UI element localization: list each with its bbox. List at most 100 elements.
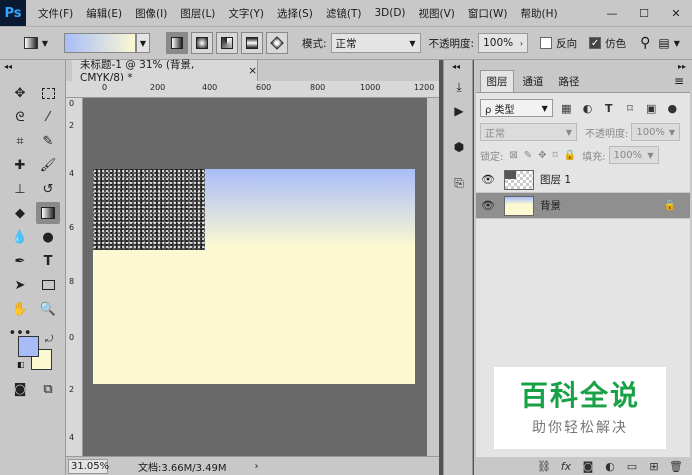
status-arrow-icon[interactable]: ›	[255, 461, 259, 472]
angle-gradient-button[interactable]	[216, 32, 238, 54]
move-tool-icon[interactable]: ✥	[8, 82, 32, 104]
tab-layers[interactable]: 图层	[480, 70, 514, 92]
blend-mode-select[interactable]: 正常 ▼	[480, 123, 577, 141]
zoom-input[interactable]: 31.05%	[68, 458, 109, 474]
shape-filter-icon[interactable]: ⌑	[622, 101, 637, 115]
menu-image[interactable]: 图像(I)	[135, 6, 167, 21]
document-tab[interactable]: 未标题-1 @ 31% (背景, CMYK/8) * ×	[72, 59, 258, 84]
tab-paths[interactable]: 路径	[552, 70, 586, 92]
panel-collapse-icon[interactable]: ▸▸	[678, 62, 686, 71]
gradient-picker[interactable]: ▼	[60, 33, 150, 53]
zoom-tool-icon[interactable]: 🔍	[36, 298, 60, 320]
smart-object-filter-icon[interactable]: ▣	[644, 101, 659, 115]
healing-brush-tool-icon[interactable]: ✚	[8, 154, 32, 176]
marquee-tool-icon[interactable]	[36, 82, 60, 104]
menu-help[interactable]: 帮助(H)	[521, 6, 558, 21]
gradient-swatch[interactable]	[64, 33, 136, 53]
adjustment-filter-icon[interactable]: ◐	[580, 101, 595, 115]
pixel-filter-icon[interactable]: ▦	[559, 101, 574, 115]
fill-input[interactable]: 100% ▼	[608, 146, 659, 164]
layer-name[interactable]: 图层 1	[540, 172, 690, 187]
eyedropper-tool-icon[interactable]: ✎	[36, 130, 60, 152]
linear-gradient-button[interactable]	[166, 32, 188, 54]
noise-layer-content[interactable]	[93, 169, 205, 250]
crop-tool-icon[interactable]: ⌗	[8, 130, 32, 152]
menu-edit[interactable]: 编辑(E)	[86, 6, 122, 21]
link-icon[interactable]: ⛓	[536, 460, 552, 473]
opacity-input[interactable]: 100% ›	[478, 33, 529, 53]
type-filter-icon[interactable]: T	[601, 101, 616, 115]
minimize-button[interactable]: —	[596, 0, 628, 26]
pen-tool-icon[interactable]: ✒	[8, 250, 32, 272]
close-tab-icon[interactable]: ×	[248, 65, 257, 77]
toolbox-collapse-icon[interactable]: ◂◂	[4, 62, 12, 71]
3d-panel-icon[interactable]: ⬢	[449, 138, 469, 156]
screen-mode-icon[interactable]: ⧉	[36, 378, 60, 400]
mask-icon[interactable]: ◙	[580, 460, 596, 473]
trash-icon[interactable]: 🗑	[668, 460, 684, 473]
kind-filter-select[interactable]: ρ 类型 ▼	[480, 99, 553, 117]
menu-window[interactable]: 窗口(W)	[468, 6, 508, 21]
hand-tool-icon[interactable]: ✋	[8, 298, 32, 320]
foreground-color-swatch[interactable]	[18, 336, 39, 357]
history-panel-icon[interactable]: ⤓	[449, 78, 469, 96]
layer-row[interactable]: 👁 背景 🔒	[476, 193, 690, 219]
lock-all-icon[interactable]: 🔒	[564, 150, 576, 161]
swap-colors-icon[interactable]: ⤾	[45, 334, 53, 345]
gradient-tool-icon[interactable]	[36, 202, 60, 224]
group-icon[interactable]: ▭	[624, 460, 640, 473]
menu-layer[interactable]: 图层(L)	[180, 6, 215, 21]
fx-icon[interactable]: fx	[558, 460, 574, 473]
blur-tool-icon[interactable]: 💧	[8, 226, 32, 248]
menu-file[interactable]: 文件(F)	[38, 6, 73, 21]
menu-type[interactable]: 文字(Y)	[228, 6, 264, 21]
chevron-down-icon[interactable]: ▼	[674, 39, 680, 48]
eye-icon[interactable]: 👁	[476, 199, 500, 212]
layer-opacity-input[interactable]: 100% ▼	[631, 123, 680, 141]
workspace-icon[interactable]: ▤	[658, 36, 669, 50]
brush-tool-icon[interactable]: 🖌	[36, 154, 60, 176]
actions-panel-icon[interactable]: ▶	[449, 102, 469, 120]
layer-name[interactable]: 背景	[540, 198, 664, 213]
type-tool-icon[interactable]: T	[36, 250, 60, 272]
eraser-tool-icon[interactable]: ◆	[8, 202, 32, 224]
clone-stamp-tool-icon[interactable]: ⊥	[8, 178, 32, 200]
lock-artboard-icon[interactable]: ⌑	[553, 150, 558, 161]
default-colors-icon[interactable]: ◧	[17, 360, 25, 369]
dodge-tool-icon[interactable]: ●	[36, 226, 60, 248]
menu-select[interactable]: 选择(S)	[277, 6, 313, 21]
menu-3d[interactable]: 3D(D)	[374, 7, 405, 19]
history-brush-tool-icon[interactable]: ↺	[36, 178, 60, 200]
rectangle-tool-icon[interactable]	[36, 274, 60, 296]
menu-filter[interactable]: 滤镜(T)	[326, 6, 362, 21]
reflected-gradient-button[interactable]	[241, 32, 263, 54]
gradient-tool-preset[interactable]: ▼	[16, 31, 56, 55]
panel-menu-icon[interactable]: ≡	[674, 74, 684, 88]
lasso-tool-icon[interactable]: ᘓ	[8, 106, 32, 128]
filter-toggle-icon[interactable]: ●	[665, 101, 680, 115]
gradient-dropdown[interactable]: ▼	[136, 33, 150, 53]
tab-channels[interactable]: 通道	[516, 70, 550, 92]
reverse-checkbox[interactable]	[540, 37, 553, 49]
magic-wand-tool-icon[interactable]: ⁄	[36, 106, 60, 128]
dither-checkbox[interactable]: ✓	[589, 37, 602, 49]
close-button[interactable]: ✕	[660, 0, 692, 26]
lock-image-icon[interactable]: ✎	[524, 150, 532, 161]
eye-icon[interactable]: 👁	[476, 173, 500, 186]
mode-select[interactable]: 正常 ▼	[330, 33, 421, 53]
strip-collapse-icon[interactable]: ◂◂	[452, 62, 460, 71]
properties-panel-icon[interactable]: ⎘	[449, 174, 469, 192]
restore-button[interactable]: ☐	[628, 0, 660, 26]
layer-row[interactable]: 👁 图层 1	[476, 167, 690, 193]
vertical-scrollbar[interactable]	[427, 98, 439, 456]
search-icon[interactable]: ⚲	[640, 35, 650, 51]
quick-mask-icon[interactable]: ◙	[8, 378, 32, 400]
adjustment-icon[interactable]: ◐	[602, 460, 618, 473]
menu-view[interactable]: 视图(V)	[419, 6, 455, 21]
new-layer-icon[interactable]: ⊞	[646, 460, 662, 473]
path-selection-tool-icon[interactable]: ➤	[8, 274, 32, 296]
diamond-gradient-button[interactable]	[266, 32, 288, 54]
lock-position-icon[interactable]: ✥	[538, 150, 546, 161]
radial-gradient-button[interactable]	[191, 32, 213, 54]
lock-transparent-icon[interactable]: ⊠	[509, 150, 517, 161]
